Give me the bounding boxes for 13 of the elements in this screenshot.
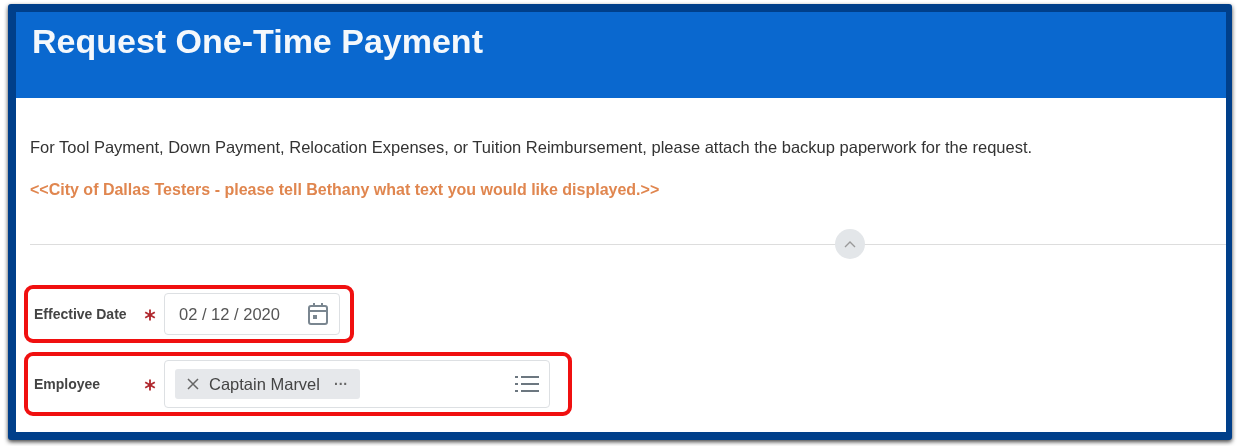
chevron-icon xyxy=(844,240,856,248)
field-label: Employee xyxy=(34,376,102,392)
close-icon[interactable] xyxy=(187,378,199,390)
page-title: Request One-Time Payment xyxy=(32,22,483,61)
date-field[interactable]: 02 / 12 / 2020 xyxy=(164,293,340,335)
field-label: Effective Date xyxy=(34,306,128,322)
more-button[interactable]: ··· xyxy=(329,376,348,392)
chip-text: Captain Marvel xyxy=(209,374,320,394)
employee-field[interactable]: Captain Marvel ··· xyxy=(164,360,550,408)
calendar-icon[interactable] xyxy=(307,302,329,326)
notice-text: <<City of Dallas Testers - please tell Bethany what text you would like displayed.>> xyxy=(30,181,660,199)
list-icon[interactable] xyxy=(515,375,539,393)
instructions-text: For Tool Payment, Down Payment, Relocation Expenses, or Tuition Reimbursement, please attach the backup paperwork for the request. xyxy=(30,138,1033,157)
